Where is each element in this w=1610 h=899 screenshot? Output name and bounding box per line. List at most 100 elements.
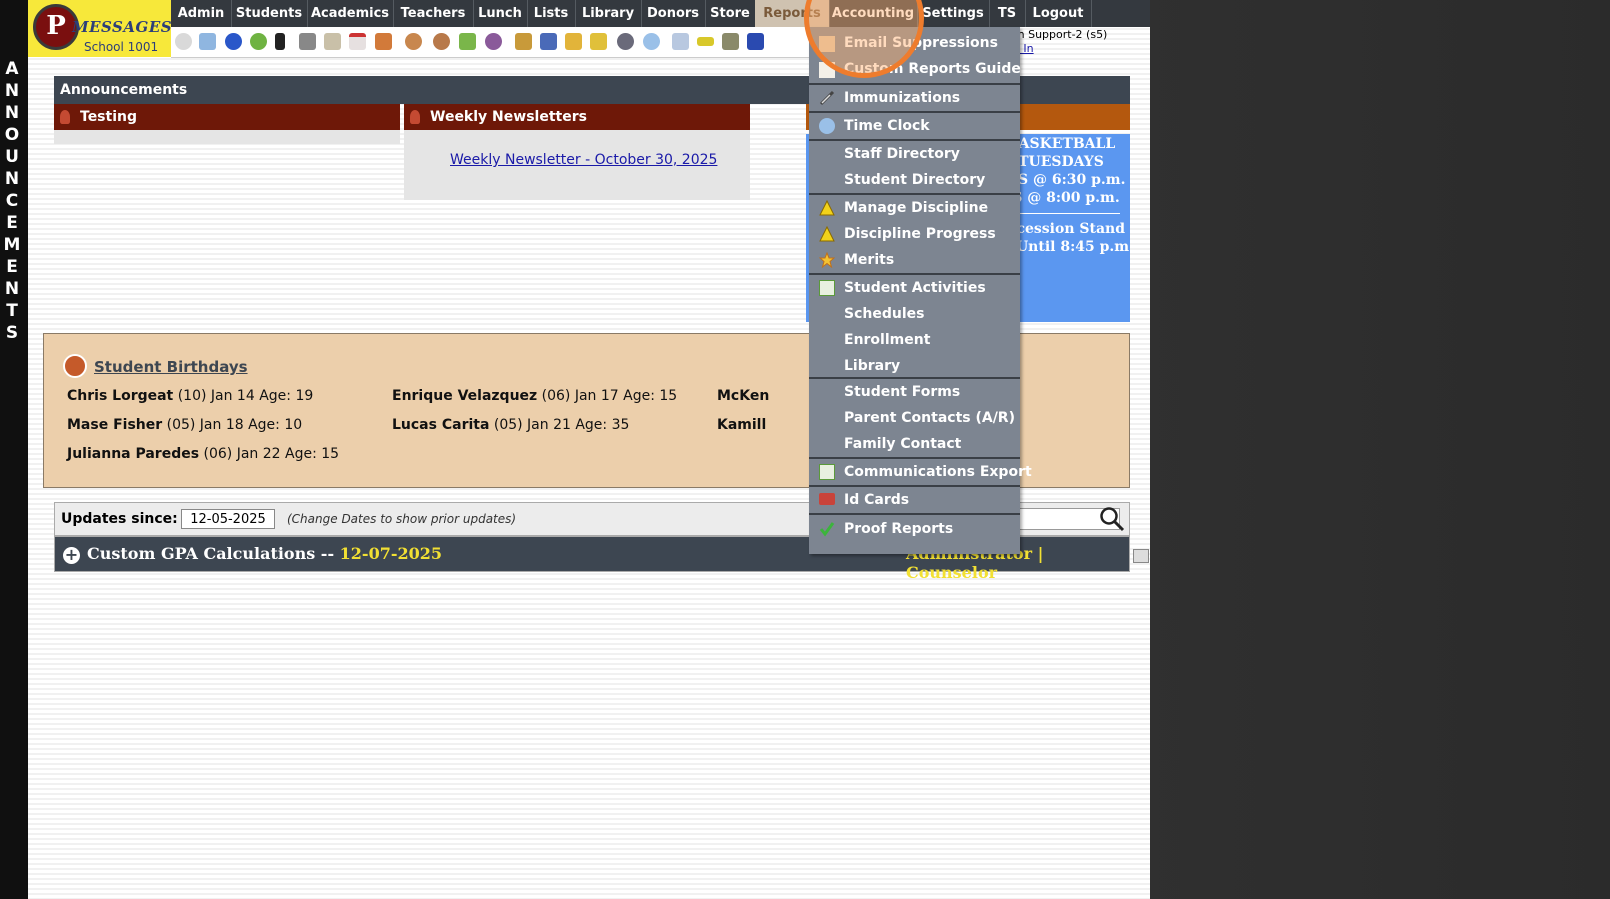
pin-icon	[410, 110, 420, 124]
warning-icon	[819, 225, 835, 242]
table-icon[interactable]	[672, 33, 689, 50]
student-name: Lucas Carita	[392, 417, 490, 433]
updates-date-input[interactable]: 12-05-2025	[181, 509, 275, 529]
user-group-icon[interactable]	[617, 33, 634, 50]
menu-item-student-forms[interactable]: Student Forms	[809, 379, 1020, 405]
megaphone-icon[interactable]	[375, 33, 392, 50]
printer-icon[interactable]	[1133, 549, 1149, 563]
nav-teachers[interactable]: Teachers	[393, 0, 474, 27]
at-icon[interactable]	[225, 33, 242, 50]
menu-item-parent-contacts[interactable]: Parent Contacts (A/R)	[809, 405, 1020, 431]
announcement-title: Weekly Newsletters	[430, 109, 587, 125]
nav-admin[interactable]: Admin	[171, 0, 232, 27]
warning-icon	[819, 199, 835, 216]
nav-store[interactable]: Store	[705, 0, 756, 27]
top-nav: Admin Students Academics Teachers Lunch …	[171, 0, 1150, 27]
nav-donors[interactable]: Donors	[641, 0, 706, 27]
card-icon[interactable]	[697, 37, 714, 46]
menu-item-enrollment[interactable]: Enrollment	[809, 327, 1020, 353]
birthday-info: (05) Jan 21 Age: 35	[489, 417, 630, 433]
newspaper-icon[interactable]	[324, 33, 341, 50]
expand-icon[interactable]: +	[63, 547, 80, 564]
star-icon	[818, 251, 836, 269]
printer-icon[interactable]	[722, 33, 739, 50]
school-name: School 1001	[84, 40, 159, 54]
student-name: Chris Lorgeat	[67, 388, 174, 404]
phone-icon[interactable]	[275, 33, 285, 50]
menu-item-schedules[interactable]: Schedules	[809, 301, 1020, 327]
user-icon[interactable]	[433, 33, 450, 50]
nav-lists[interactable]: Lists	[527, 0, 576, 27]
menu-item-immunizations[interactable]: Immunizations	[809, 85, 1020, 111]
book-icon[interactable]	[540, 33, 557, 50]
gpa-date: 12-07-2025	[339, 544, 442, 563]
announcements-vertical-label[interactable]: A N N O U N C E M E N T S	[0, 58, 24, 344]
menu-item-label: Communications Export	[844, 464, 1032, 480]
burger-icon[interactable]	[515, 33, 532, 50]
birthday-entry: Lucas Carita (05) Jan 21 Age: 35	[392, 417, 629, 433]
checkmark-icon	[819, 521, 835, 537]
menu-item-label: Staff Directory	[844, 146, 960, 162]
nav-lunch[interactable]: Lunch	[473, 0, 528, 27]
spreadsheet-icon	[819, 280, 835, 296]
menu-item-student-activities[interactable]: Student Activities	[809, 275, 1020, 301]
menu-item-label: Library	[844, 358, 901, 374]
alarm-clock-icon	[819, 118, 835, 134]
chat-icon[interactable]	[250, 33, 267, 50]
menu-item-manage-discipline[interactable]: Manage Discipline	[809, 195, 1020, 221]
student-name: Enrique Velazquez	[392, 388, 538, 404]
nav-library[interactable]: Library	[575, 0, 642, 27]
grid-icon[interactable]	[199, 33, 216, 50]
gpa-title-text: Custom GPA Calculations --	[87, 544, 340, 563]
menu-item-communications-export[interactable]: Communications Export	[809, 459, 1032, 485]
vertical-letter: C	[5, 191, 19, 211]
vertical-letter: O	[4, 125, 20, 145]
nav-ts[interactable]: TS	[989, 0, 1026, 27]
menu-item-student-directory[interactable]: Student Directory	[809, 167, 1020, 193]
student-name: Julianna Paredes	[67, 446, 200, 462]
menu-item-label: Merits	[844, 252, 895, 268]
arrow-icon[interactable]	[590, 33, 607, 50]
announcement-newsletters-header[interactable]: Weekly Newsletters	[404, 104, 750, 130]
vertical-letter: S	[5, 323, 19, 343]
app-logo[interactable]: P MESSAGES School 1001	[28, 0, 173, 57]
menu-item-time-clock[interactable]: Time Clock	[809, 113, 1020, 139]
birthday-entry: McKen	[717, 388, 769, 404]
announcement-title: Testing	[80, 109, 137, 125]
announcement-testing-header[interactable]: Testing	[54, 104, 400, 130]
menu-item-label: Id Cards	[844, 492, 910, 508]
pencil-icon[interactable]	[459, 33, 476, 50]
menu-item-discipline-progress[interactable]: Discipline Progress	[809, 221, 1020, 247]
nav-students[interactable]: Students	[231, 0, 308, 27]
gpa-title: Custom GPA Calculations -- 12-07-2025	[87, 544, 442, 563]
menu-item-id-cards[interactable]: Id Cards	[809, 487, 1020, 513]
nav-logout[interactable]: Logout	[1025, 0, 1092, 27]
cake-icon	[63, 354, 87, 378]
menu-item-proof-reports[interactable]: Proof Reports	[809, 515, 1020, 543]
menu-item-family-contact[interactable]: Family Contact	[809, 431, 1020, 457]
calendar-icon[interactable]	[349, 33, 366, 50]
nav-academics[interactable]: Academics	[307, 0, 394, 27]
vertical-letter: N	[4, 169, 20, 189]
logo-brand: MESSAGES	[72, 18, 173, 36]
menu-item-library[interactable]: Library	[809, 353, 1020, 377]
menu-item-merits[interactable]: Merits	[809, 247, 1020, 273]
users-icon[interactable]	[485, 33, 502, 50]
menu-item-label: Schedules	[844, 306, 925, 322]
menu-item-label: Discipline Progress	[844, 226, 996, 242]
menu-item-staff-directory[interactable]: Staff Directory	[809, 141, 1020, 167]
clock-icon[interactable]	[643, 33, 660, 50]
search-icon[interactable]	[1098, 505, 1126, 533]
spreadsheet-icon	[819, 464, 835, 480]
menu-item-label: Time Clock	[844, 118, 930, 134]
search-icon[interactable]	[175, 33, 192, 50]
speaker-icon[interactable]	[299, 33, 316, 50]
a-icon[interactable]	[747, 33, 764, 50]
vertical-letter: N	[4, 81, 20, 101]
nav-settings[interactable]: Settings	[917, 0, 990, 27]
newsletter-link[interactable]: Weekly Newsletter - October 30, 2025	[450, 152, 717, 168]
birthdays-title[interactable]: Student Birthdays	[94, 358, 248, 376]
pen-icon[interactable]	[565, 33, 582, 50]
birthday-entry: Chris Lorgeat (10) Jan 14 Age: 19	[67, 388, 313, 404]
user-add-icon[interactable]	[405, 33, 422, 50]
